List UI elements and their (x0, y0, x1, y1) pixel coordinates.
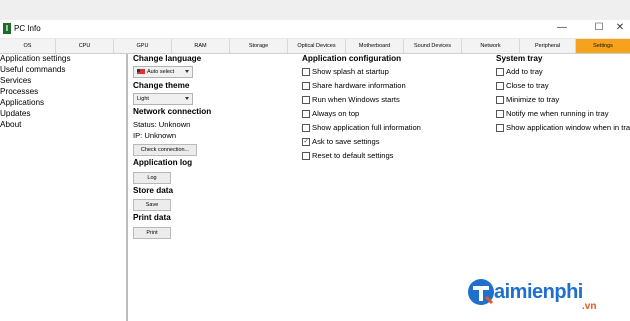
checkbox[interactable] (302, 96, 310, 104)
tab-os[interactable]: OS (0, 39, 56, 53)
print-button[interactable]: Print (133, 227, 171, 239)
tab-storage[interactable]: Storage (230, 39, 288, 53)
sidebar-item-about[interactable]: About (0, 120, 21, 129)
option-label: Reset to default settings (312, 151, 394, 160)
network-status: Status: Unknown (133, 120, 191, 129)
tab-network[interactable]: Network (462, 39, 520, 53)
tab-motherboard[interactable]: Motherboard (346, 39, 404, 53)
option-label: Share hardware information (312, 81, 406, 90)
tab-settings[interactable]: Settings (576, 39, 630, 53)
checkbox[interactable] (302, 68, 310, 76)
chevron-down-icon (185, 70, 189, 73)
checkbox[interactable] (496, 96, 504, 104)
checkbox[interactable] (302, 152, 310, 160)
maximize-button[interactable]: ☐ (592, 22, 606, 33)
checkbox[interactable] (302, 110, 310, 118)
network-ip: IP: Unknown (133, 131, 177, 140)
option-label: Minimize to tray (506, 95, 560, 104)
sidebar: Application settings Useful commands Ser… (0, 54, 126, 321)
top-strip (0, 0, 630, 20)
system-tray-heading: System tray (496, 54, 543, 63)
language-select[interactable]: Auto select (133, 66, 193, 78)
tab-bar: OS CPU GPU RAM Storage Optical Devices M… (0, 39, 630, 54)
checkbox[interactable] (302, 124, 310, 132)
title-bar: I PC Info — ☐ ✕ (0, 20, 630, 39)
option-label: Run when Windows starts (312, 95, 400, 104)
checkbox[interactable] (496, 68, 504, 76)
option-label: Show splash at startup (312, 67, 389, 76)
minimize-button[interactable]: — (555, 22, 569, 33)
watermark-brand: aimienphi (494, 281, 583, 303)
checkbox[interactable] (496, 110, 504, 118)
taimienphi-logo-icon (468, 279, 494, 305)
sidebar-item-application-settings[interactable]: Application settings (0, 54, 71, 63)
sidebar-item-useful-commands[interactable]: Useful commands (0, 65, 66, 74)
application-log-heading: Application log (133, 158, 193, 167)
theme-select-value: Light (137, 96, 149, 102)
check-connection-button[interactable]: Check connection... (133, 144, 197, 156)
app-icon: I (3, 23, 11, 34)
option-label: Notify me when running in tray (506, 109, 609, 118)
flag-icon (137, 69, 145, 74)
watermark-suffix: .vn (582, 301, 597, 312)
sidebar-item-applications[interactable]: Applications (0, 98, 44, 107)
sidebar-splitter[interactable] (126, 54, 128, 321)
save-button[interactable]: Save (133, 199, 171, 211)
tab-sound-devices[interactable]: Sound Devices (404, 39, 462, 53)
log-button[interactable]: Log (133, 172, 171, 184)
checkbox[interactable] (496, 82, 504, 90)
theme-select[interactable]: Light (133, 93, 193, 105)
network-connection-heading: Network connection (133, 107, 212, 116)
chevron-down-icon (185, 97, 189, 100)
option-label: Show application window when in tray (506, 123, 630, 132)
option-label: Close to tray (506, 81, 549, 90)
option-label: Ask to save settings (312, 137, 380, 146)
language-select-value: Auto select (147, 69, 175, 75)
option-label: Show application full information (312, 123, 421, 132)
sidebar-item-processes[interactable]: Processes (0, 87, 38, 96)
sidebar-item-services[interactable]: Services (0, 76, 31, 85)
taimienphi-watermark: aimienphi .vn (466, 275, 626, 319)
tab-peripheral[interactable]: Peripheral (520, 39, 576, 53)
close-button[interactable]: ✕ (613, 22, 627, 33)
print-data-heading: Print data (133, 213, 171, 222)
checkbox[interactable] (496, 124, 504, 132)
checkbox[interactable] (302, 82, 310, 90)
option-label: Add to tray (506, 67, 543, 76)
store-data-heading: Store data (133, 186, 174, 195)
window-title: PC Info (14, 24, 41, 33)
change-theme-heading: Change theme (133, 81, 190, 90)
tab-cpu[interactable]: CPU (56, 39, 114, 53)
option-label: Always on top (312, 109, 360, 118)
checkbox-checked[interactable]: ✓ (302, 138, 310, 146)
tab-optical-devices[interactable]: Optical Devices (288, 39, 346, 53)
tab-ram[interactable]: RAM (172, 39, 230, 53)
application-configuration-heading: Application configuration (302, 54, 402, 63)
change-language-heading: Change language (133, 54, 202, 63)
tab-gpu[interactable]: GPU (114, 39, 172, 53)
sidebar-item-updates[interactable]: Updates (0, 109, 31, 118)
